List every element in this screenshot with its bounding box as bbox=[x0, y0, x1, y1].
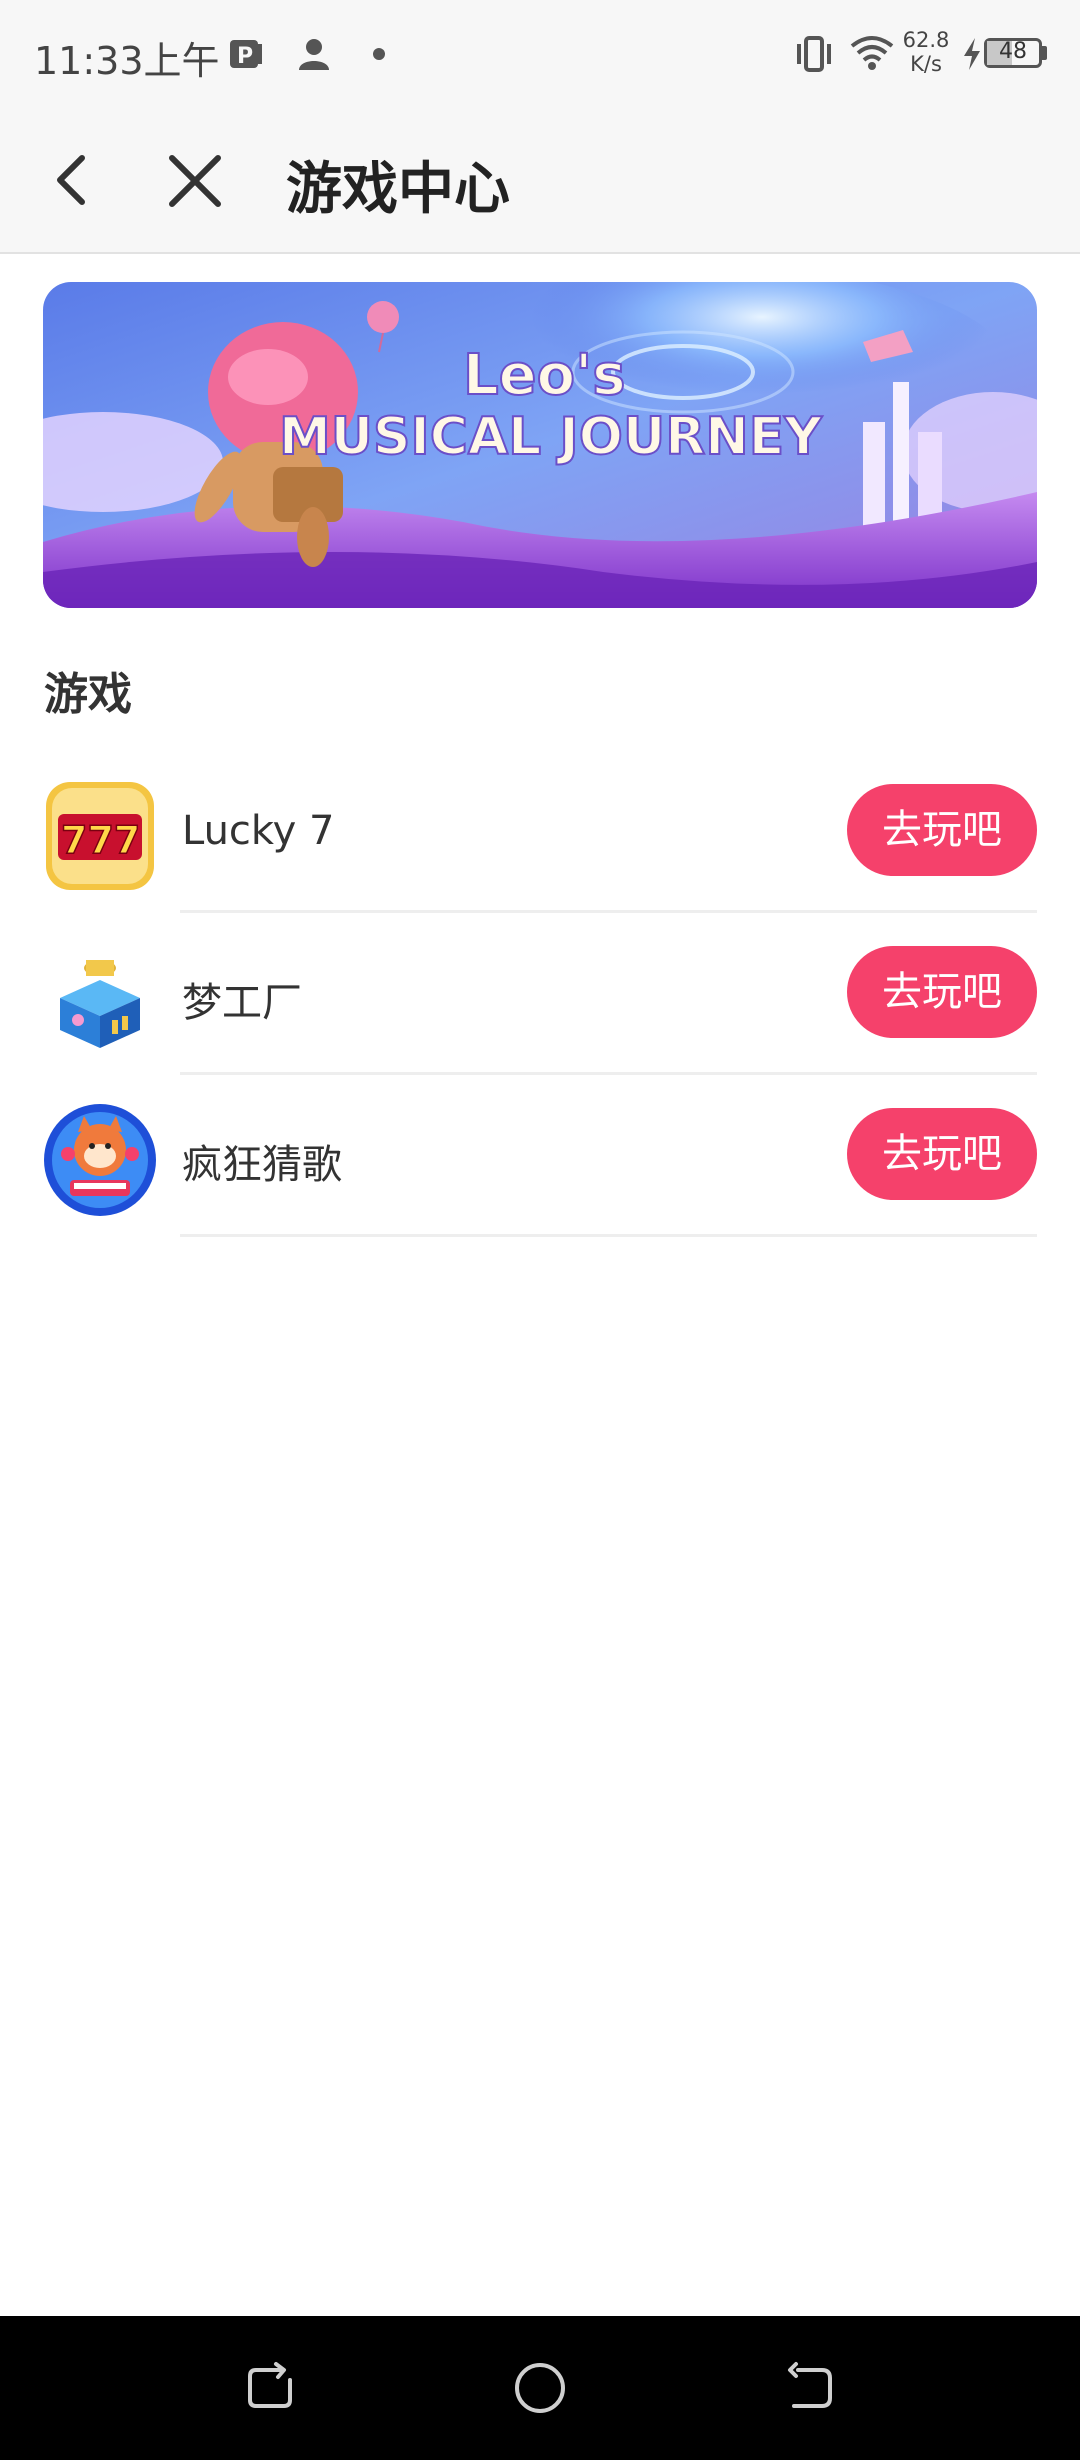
slot-777-icon: 777 bbox=[46, 782, 154, 890]
game-name: Lucky 7 bbox=[182, 808, 335, 854]
back-arrow-icon[interactable] bbox=[48, 150, 98, 210]
network-speed: 62.8 K/s bbox=[900, 28, 952, 76]
wifi-icon bbox=[850, 36, 894, 70]
svg-text:P: P bbox=[237, 44, 253, 69]
title-bar: 游戏中心 bbox=[0, 110, 1080, 254]
status-bar: 11:33上午 P 62.8 K/s 48 bbox=[0, 0, 1080, 110]
status-time: 11:33上午 bbox=[34, 39, 220, 83]
play-button[interactable]: 去玩吧 bbox=[847, 1108, 1037, 1200]
blue-cube-icon bbox=[60, 960, 140, 1048]
banner-title-line2: MUSICAL JOURNEY bbox=[279, 407, 823, 467]
svg-text:777: 777 bbox=[61, 818, 140, 862]
network-speed-unit: K/s bbox=[910, 52, 942, 76]
back-icon[interactable] bbox=[782, 2360, 838, 2416]
music-cat-icon bbox=[44, 1104, 156, 1216]
close-icon[interactable] bbox=[164, 150, 226, 212]
banner-title-line1: Leo's bbox=[463, 343, 626, 408]
game-name: 疯狂猜歌 bbox=[182, 1142, 342, 1188]
play-button[interactable]: 去玩吧 bbox=[847, 946, 1037, 1038]
banner-image: Leo's MUSICAL JOURNEY bbox=[43, 282, 1037, 608]
notification-dot bbox=[373, 48, 385, 60]
play-button[interactable]: 去玩吧 bbox=[847, 784, 1037, 876]
list-item-dream-factory: 梦工厂 去玩吧 bbox=[0, 912, 1080, 1075]
section-title: 游戏 bbox=[44, 669, 132, 720]
battery-tip bbox=[1042, 46, 1047, 60]
network-speed-value: 62.8 bbox=[902, 28, 950, 52]
recent-apps-icon[interactable] bbox=[242, 2360, 298, 2416]
row-divider bbox=[180, 1234, 1037, 1237]
charging-icon bbox=[964, 38, 980, 70]
vibrate-icon bbox=[797, 36, 831, 72]
battery-icon: 48 bbox=[984, 38, 1042, 68]
game-name: 梦工厂 bbox=[182, 980, 302, 1026]
list-item-crazy-guess-song: 疯狂猜歌 去玩吧 bbox=[0, 1074, 1080, 1237]
p-app-icon: P bbox=[230, 40, 262, 69]
home-icon[interactable] bbox=[512, 2360, 568, 2416]
person-icon bbox=[299, 39, 329, 70]
list-item-lucky-7: 777 Lucky 7 去玩吧 bbox=[0, 750, 1080, 913]
system-nav-bar bbox=[0, 2316, 1080, 2460]
promo-banner[interactable]: Leo's MUSICAL JOURNEY bbox=[43, 282, 1037, 608]
page-title: 游戏中心 bbox=[286, 157, 510, 222]
battery-level: 48 bbox=[999, 39, 1027, 64]
